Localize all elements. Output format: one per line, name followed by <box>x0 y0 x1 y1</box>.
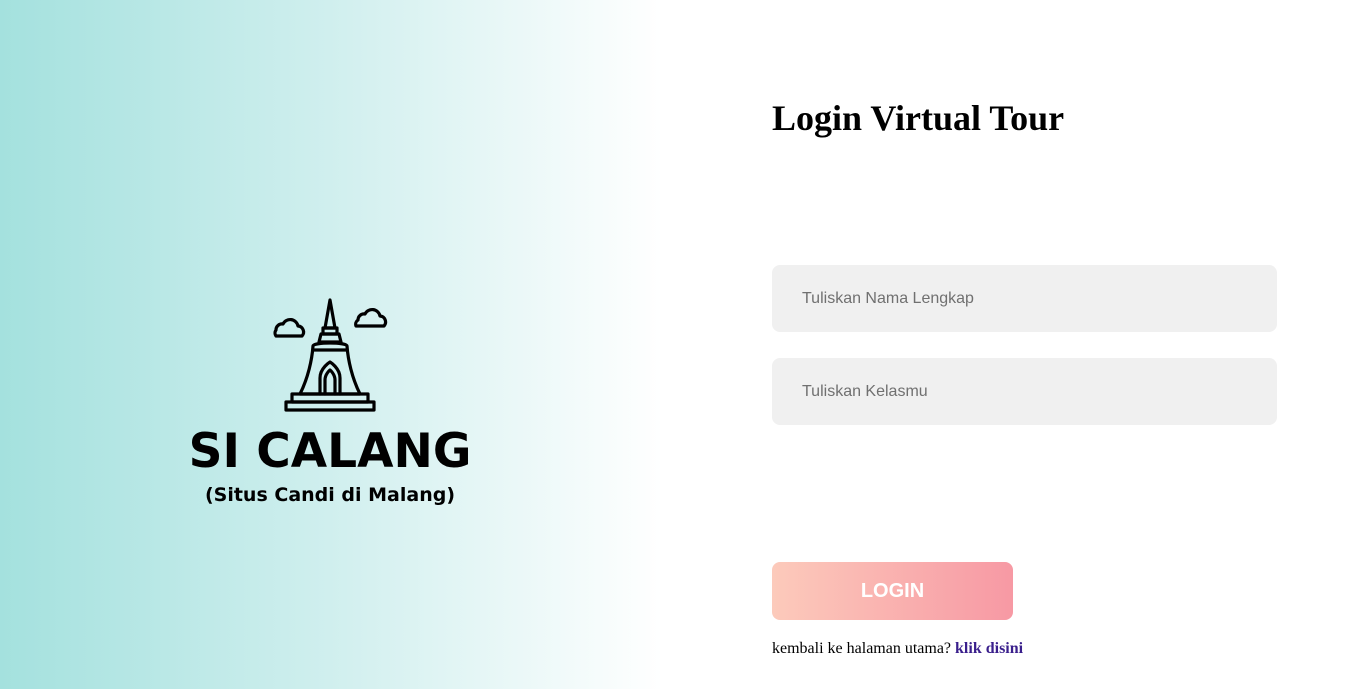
temple-stupa-icon <box>273 298 388 412</box>
login-button[interactable]: LOGIN <box>772 562 1013 620</box>
page-title: Login Virtual Tour <box>772 98 1065 138</box>
back-to-home-text: kembali ke halaman utama? <box>772 640 952 657</box>
full-name-input[interactable] <box>772 265 1277 332</box>
back-to-home-link[interactable]: klik disini <box>955 640 1023 657</box>
class-input[interactable] <box>772 358 1277 425</box>
login-page: SI CALANG (Situs Candi di Malang) Login … <box>0 0 1366 689</box>
brand-panel: SI CALANG (Situs Candi di Malang) <box>0 0 683 689</box>
brand-title: SI CALANG <box>188 424 472 479</box>
brand-subtitle: (Situs Candi di Malang) <box>204 484 456 506</box>
back-to-home-line: kembali ke halaman utama? klik disini <box>772 639 1023 659</box>
